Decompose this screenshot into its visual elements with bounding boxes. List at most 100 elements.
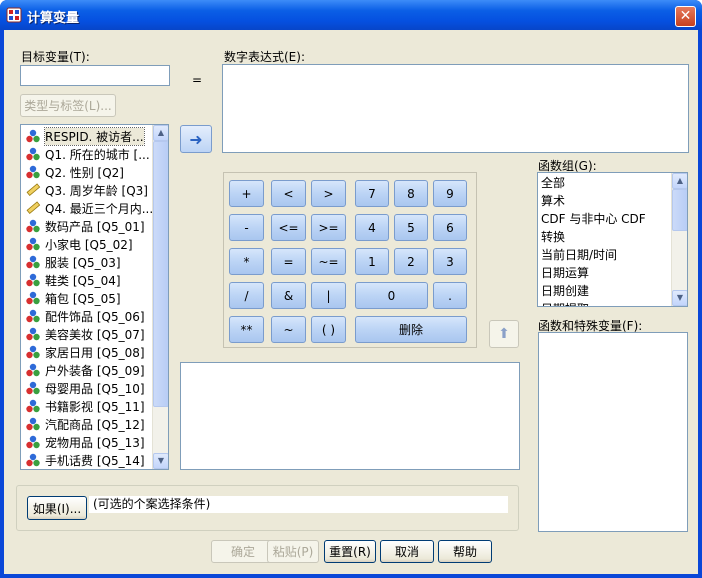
variable-list-item[interactable]: 箱包 [Q5_05] xyxy=(25,289,121,307)
variable-label: 服装 [Q5_03] xyxy=(45,255,121,270)
variable-list-item[interactable]: 母婴用品 [Q5_10] xyxy=(25,379,145,397)
nominal-variable-icon xyxy=(26,381,40,395)
ok-button[interactable]: 确定 xyxy=(211,540,275,563)
variable-label: 户外装备 [Q5_09] xyxy=(45,363,145,378)
title-bar[interactable]: 计算变量 ✕ xyxy=(0,0,702,30)
help-button[interactable]: 帮助 xyxy=(438,540,492,563)
key-2[interactable]: 2 xyxy=(394,248,428,275)
variable-label: Q2. 性别 [Q2] xyxy=(45,165,124,180)
variable-label: 小家电 [Q5_02] xyxy=(45,237,133,252)
key-multiply[interactable]: * xyxy=(229,248,264,275)
functions-list[interactable] xyxy=(538,332,688,532)
variable-label: 手机话费 [Q5_14] xyxy=(45,453,145,468)
close-button[interactable]: ✕ xyxy=(675,6,696,27)
key-plus[interactable]: + xyxy=(229,180,264,207)
scale-ruler-icon xyxy=(26,201,41,214)
variable-list[interactable]: RESPID. 被访者... Q1. 所在的城市 [... Q2. 性别 [Q2] Q… xyxy=(20,124,169,470)
variable-list-item[interactable]: 书籍影视 [Q5_11] xyxy=(25,397,145,415)
variable-list-item[interactable]: Q3. 周岁年龄 [Q3] xyxy=(25,181,148,199)
key-less-equal[interactable]: <= xyxy=(271,214,306,241)
scroll-down-icon[interactable]: ▼ xyxy=(153,453,168,469)
variable-label: 书籍影视 [Q5_11] xyxy=(45,399,145,414)
key-decimal[interactable]: . xyxy=(433,282,467,309)
if-condition-text: (可选的个案选择条件) xyxy=(89,496,508,513)
variable-list-item[interactable]: 鞋类 [Q5_04] xyxy=(25,271,121,289)
key-and[interactable]: & xyxy=(271,282,306,309)
key-0[interactable]: 0 xyxy=(355,282,428,309)
function-group-item[interactable]: 日期运算 xyxy=(541,264,589,282)
variable-list-item[interactable]: Q1. 所在的城市 [... xyxy=(25,145,150,163)
key-minus[interactable]: - xyxy=(229,214,264,241)
variable-list-item[interactable]: 配件饰品 [Q5_06] xyxy=(25,307,145,325)
variable-list-item[interactable]: 手机话费 [Q5_14] xyxy=(25,451,145,469)
variable-list-item[interactable]: 小家电 [Q5_02] xyxy=(25,235,133,253)
key-not[interactable]: ~ xyxy=(271,316,306,343)
key-5[interactable]: 5 xyxy=(394,214,428,241)
scroll-up-icon[interactable]: ▲ xyxy=(672,173,687,189)
right-arrow-icon: ➜ xyxy=(189,129,203,149)
key-not-equal[interactable]: ~= xyxy=(311,248,346,275)
move-up-button[interactable]: ⬆ xyxy=(489,320,519,348)
dialog-body: 目标变量(T): 类型与标签(L)... = 数字表达式(E): RESPID.… xyxy=(4,30,698,574)
key-divide[interactable]: / xyxy=(229,282,264,309)
variable-list-item[interactable]: RESPID. 被访者... xyxy=(25,126,145,146)
key-7[interactable]: 7 xyxy=(355,180,389,207)
key-greater-equal[interactable]: >= xyxy=(311,214,346,241)
key-less-than[interactable]: < xyxy=(271,180,306,207)
scrollbar-thumb[interactable] xyxy=(153,141,168,407)
variable-label: Q3. 周岁年龄 [Q3] xyxy=(45,183,148,198)
function-group-item[interactable]: 全部 xyxy=(541,174,565,192)
variable-list-item[interactable]: Q2. 性别 [Q2] xyxy=(25,163,124,181)
variable-label: RESPID. 被访者... xyxy=(44,126,145,146)
variable-list-item[interactable]: 家居日用 [Q5_08] xyxy=(25,343,145,361)
nominal-variable-icon xyxy=(26,453,40,467)
key-or[interactable]: | xyxy=(311,282,346,309)
variable-label: 母婴用品 [Q5_10] xyxy=(45,381,145,396)
variable-list-item[interactable]: 服装 [Q5_03] xyxy=(25,253,121,271)
equals-sign: = xyxy=(192,73,203,87)
variable-label: 数码产品 [Q5_01] xyxy=(45,219,145,234)
key-power[interactable]: ** xyxy=(229,316,264,343)
window-title: 计算变量 xyxy=(27,11,80,26)
variable-list-item[interactable]: 汽配商品 [Q5_12] xyxy=(25,415,145,433)
scroll-down-icon[interactable]: ▼ xyxy=(672,290,687,306)
function-group-list[interactable]: 全部算术CDF 与非中心 CDF转换当前日期/时间日期运算日期创建日期提取 ▲ … xyxy=(537,172,688,307)
key-1[interactable]: 1 xyxy=(355,248,389,275)
key-6[interactable]: 6 xyxy=(433,214,467,241)
key-equal[interactable]: = xyxy=(271,248,306,275)
reset-button[interactable]: 重置(R) xyxy=(324,540,376,563)
target-variable-input[interactable] xyxy=(20,65,170,86)
function-group-item[interactable]: 当前日期/时间 xyxy=(541,246,617,264)
key-delete[interactable]: 删除 xyxy=(355,316,467,343)
function-group-item[interactable]: CDF 与非中心 CDF xyxy=(541,210,646,228)
key-greater-than[interactable]: > xyxy=(311,180,346,207)
key-4[interactable]: 4 xyxy=(355,214,389,241)
paste-button[interactable]: 粘贴(P) xyxy=(267,540,319,563)
function-group-item[interactable]: 日期创建 xyxy=(541,282,589,300)
variable-label: 宠物用品 [Q5_13] xyxy=(45,435,145,450)
variable-list-item[interactable]: 户外装备 [Q5_09] xyxy=(25,361,145,379)
scroll-up-icon[interactable]: ▲ xyxy=(153,125,168,141)
function-group-item[interactable]: 日期提取 xyxy=(541,300,589,306)
function-group-item[interactable]: 转换 xyxy=(541,228,565,246)
key-parentheses[interactable]: ( ) xyxy=(311,316,346,343)
scrollbar-thumb[interactable] xyxy=(672,189,687,231)
calculator-app-icon xyxy=(6,7,22,23)
variable-list-item[interactable]: Q4. 最近三个月内... xyxy=(25,199,153,217)
variable-list-scrollbar[interactable]: ▲ ▼ xyxy=(152,125,168,469)
nominal-variable-icon xyxy=(26,399,40,413)
key-9[interactable]: 9 xyxy=(433,180,467,207)
function-group-scrollbar[interactable]: ▲ ▼ xyxy=(671,173,687,306)
numeric-expression-input[interactable] xyxy=(222,64,689,153)
variable-list-item[interactable]: 数码产品 [Q5_01] xyxy=(25,217,145,235)
variable-list-item[interactable]: 美容美妆 [Q5_07] xyxy=(25,325,145,343)
type-and-label-button[interactable]: 类型与标签(L)... xyxy=(20,94,116,117)
variable-list-item[interactable]: 宠物用品 [Q5_13] xyxy=(25,433,145,451)
if-button[interactable]: 如果(I)... xyxy=(27,496,87,520)
key-3[interactable]: 3 xyxy=(433,248,467,275)
function-group-item[interactable]: 算术 xyxy=(541,192,565,210)
variable-label: 汽配商品 [Q5_12] xyxy=(45,417,145,432)
key-8[interactable]: 8 xyxy=(394,180,428,207)
cancel-button[interactable]: 取消 xyxy=(380,540,434,563)
transfer-arrow-button[interactable]: ➜ xyxy=(180,125,212,153)
